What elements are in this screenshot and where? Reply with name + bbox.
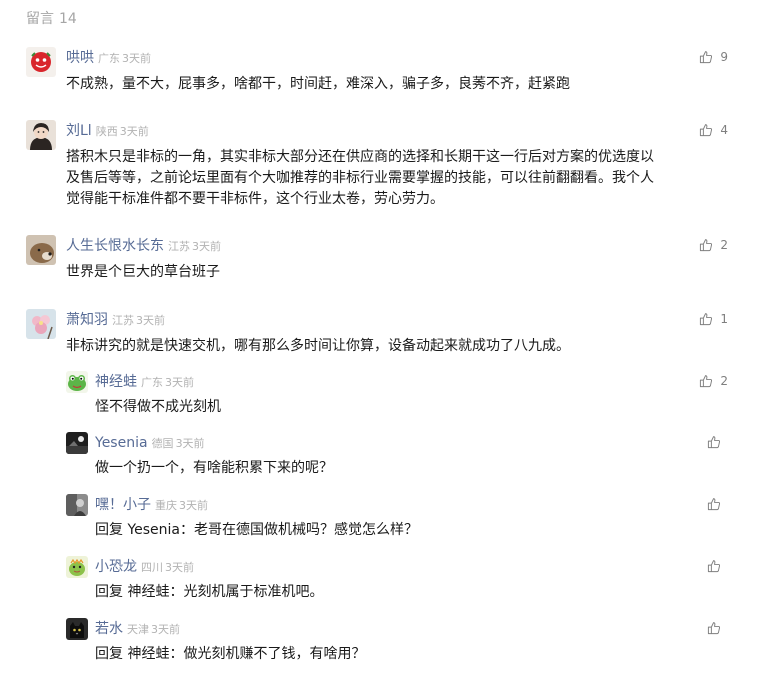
reply-text: 回复 Yesenia：老哥在德国做机械吗？感觉怎么样？ <box>95 522 419 538</box>
like-count: 2 <box>720 238 728 252</box>
comment-meta: 刘Ll 陕西 3天前 <box>66 120 149 142</box>
reply-time: 3天前 <box>175 437 205 450</box>
reply: Yesenia 德国 3天前 做一个扔一个，有啥能积累下来的呢？ <box>66 432 728 477</box>
like-button[interactable]: 4 <box>699 120 728 140</box>
like-button[interactable] <box>707 432 728 452</box>
comment-time: 3天前 <box>136 314 165 327</box>
reply-time: 3天前 <box>151 623 180 636</box>
avatar[interactable] <box>66 494 88 516</box>
thumbs-up-icon <box>707 498 721 511</box>
comments-count: 14 <box>59 11 77 27</box>
reply-time: 3天前 <box>179 499 208 512</box>
reply-author[interactable]: 嘿！小子 <box>95 497 151 513</box>
like-button[interactable] <box>707 494 728 514</box>
avatar[interactable] <box>26 47 56 77</box>
reply-meta: 若水 天津 3天前 <box>95 618 180 640</box>
reply-author[interactable]: 小恐龙 <box>95 559 137 575</box>
comments-title: 留言 <box>26 11 54 27</box>
comment-text-line: 及售后等等，之前论坛里面有个大咖推荐的非标行业需要掌握的技能，可以往前翻翻看。我… <box>66 170 654 186</box>
reply-text: 怪不得做不成光刻机 <box>95 399 221 415</box>
like-button[interactable]: 1 <box>699 309 728 329</box>
like-button[interactable] <box>707 556 728 576</box>
reply-location: 天津 <box>127 623 149 636</box>
reply: 若水 天津 3天前 回复 神经蛙：做光刻机赚不了钱，有啥用？ <box>66 618 728 663</box>
avatar[interactable] <box>26 120 56 150</box>
reply: 神经蛙 广东 3天前 2 怪不得做不成光刻机 <box>66 371 728 416</box>
comment-text: 非标讲究的就是快速交机，哪有那么多时间让你算，设备动起来就成功了八九成。 <box>66 338 570 354</box>
comment-meta: 哄哄 广东 3天前 <box>66 47 151 69</box>
comment-author[interactable]: 刘Ll <box>66 123 92 139</box>
reply-author[interactable]: 神经蛙 <box>95 374 137 390</box>
comment: 哄哄 广东 3天前 9 不成熟，量不大，屁事多，啥都干，时间赶，难深入，骗子多，良莠… <box>26 47 728 92</box>
avatar[interactable] <box>26 235 56 265</box>
reply-author[interactable]: Yesenia <box>95 435 148 451</box>
reply-text: 做一个扔一个，有啥能积累下来的呢？ <box>95 460 333 476</box>
thumbs-up-icon <box>700 375 713 388</box>
avatar[interactable] <box>66 432 88 454</box>
reply-time: 3天前 <box>165 376 194 389</box>
reply-location: 德国 <box>151 437 174 450</box>
comment: 人生长恨水长东 江苏 3天前 2 世界是个巨大的草台班子 <box>26 235 728 280</box>
comment-text: 世界是个巨大的草台班子 <box>66 264 220 280</box>
comment-meta: 萧知羽 江苏 3天前 <box>66 309 165 331</box>
comment-text-line: 觉得能干标准件都不要干非标件，这个行业太卷，劳心劳力。 <box>66 191 444 207</box>
reply-location: 四川 <box>141 561 163 574</box>
reply-meta: 小恐龙 四川 3天前 <box>95 556 194 578</box>
reply-meta: 神经蛙 广东 3天前 <box>95 371 194 393</box>
like-button[interactable] <box>707 618 728 638</box>
thumbs-up-icon <box>700 313 713 326</box>
reply-meta: 嘿！小子 重庆 3天前 <box>95 494 208 516</box>
comment-location: 江苏 <box>168 240 190 253</box>
reply-meta: Yesenia 德国 3天前 <box>95 432 205 454</box>
comment-time: 3天前 <box>122 52 151 65</box>
avatar[interactable] <box>66 556 88 578</box>
avatar[interactable] <box>26 309 56 339</box>
like-count: 1 <box>720 312 728 326</box>
thumbs-up-icon <box>700 239 713 252</box>
comments-header: 留言 14 <box>26 8 82 28</box>
reply-text: 回复 神经蛙：做光刻机赚不了钱，有啥用？ <box>95 646 366 662</box>
comment-text: 不成熟，量不大，屁事多，啥都干，时间赶，难深入，骗子多，良莠不齐，赶紧跑 <box>66 76 570 92</box>
reply-location: 重庆 <box>155 499 177 512</box>
comment: 萧知羽 江苏 3天前 1 非标讲究的就是快速交机，哪有那么多时间让你算，设备动起来就… <box>26 309 728 354</box>
like-button[interactable]: 2 <box>699 235 728 255</box>
reply-time: 3天前 <box>165 561 194 574</box>
comment-author[interactable]: 人生长恨水长东 <box>66 238 164 254</box>
comment-author[interactable]: 萧知羽 <box>66 312 108 328</box>
avatar[interactable] <box>66 371 88 393</box>
thumbs-up-icon <box>700 51 713 64</box>
reply: 小恐龙 四川 3天前 回复 神经蛙：光刻机属于标准机吧。 <box>66 556 728 601</box>
comment-time: 3天前 <box>119 125 149 138</box>
comment-location: 陕西 <box>95 125 118 138</box>
reply-author[interactable]: 若水 <box>95 621 123 637</box>
comment-location: 江苏 <box>112 314 134 327</box>
comment-location: 广东 <box>98 52 120 65</box>
reply-text: 回复 神经蛙：光刻机属于标准机吧。 <box>95 584 324 600</box>
reply-location: 广东 <box>141 376 163 389</box>
comment: 刘Ll 陕西 3天前 4 搭积木只是非标的一角，其实非标大部分还在供应商的选择和长期… <box>26 120 728 210</box>
like-count: 4 <box>720 123 728 137</box>
like-count: 9 <box>720 50 728 64</box>
thumbs-up-icon <box>707 436 721 449</box>
comment-text-line: 搭积木只是非标的一角，其实非标大部分还在供应商的选择和长期干这一行后对方案的优选… <box>66 149 654 165</box>
comment-text: 搭积木只是非标的一角，其实非标大部分还在供应商的选择和长期干这一行后对方案的优选… <box>66 147 696 210</box>
reply: 嘿！小子 重庆 3天前 回复 Yesenia：老哥在德国做机械吗？感觉怎么样？ <box>66 494 728 539</box>
avatar[interactable] <box>66 618 88 640</box>
comment-meta: 人生长恨水长东 江苏 3天前 <box>66 235 221 257</box>
thumbs-up-icon <box>707 622 721 635</box>
like-count: 2 <box>720 374 728 388</box>
thumbs-up-icon <box>700 124 713 137</box>
like-button[interactable]: 2 <box>699 371 728 391</box>
comment-time: 3天前 <box>192 240 221 253</box>
thumbs-up-icon <box>707 560 721 573</box>
like-button[interactable]: 9 <box>699 47 728 67</box>
comment-author[interactable]: 哄哄 <box>66 50 94 66</box>
